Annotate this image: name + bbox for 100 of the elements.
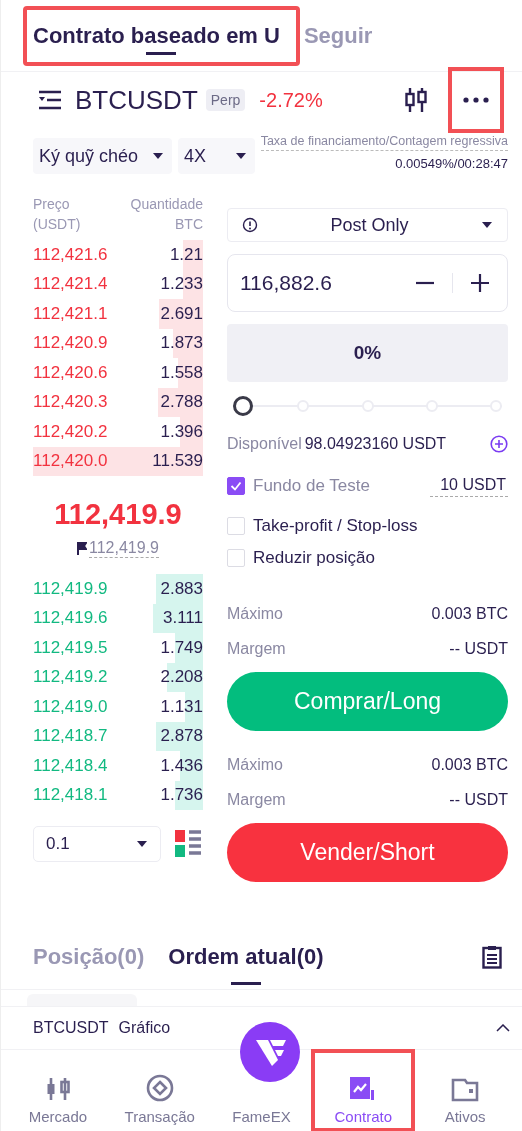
option-label: Take-profit / Stop-loss <box>253 516 418 536</box>
max-value: 0.003 BTC <box>431 755 508 774</box>
tab[interactable]: Ordem atual(0) <box>168 928 324 985</box>
order-quantity: 1.736 <box>160 785 203 806</box>
bid-row[interactable]: 112,419.0 1.131 <box>33 692 203 722</box>
nav-item[interactable]: Ativos <box>414 1050 516 1131</box>
perp-badge: Perp <box>205 89 246 111</box>
ask-row[interactable]: 112,420.0 11.539 <box>33 446 203 476</box>
bid-row[interactable]: 112,418.7 2.878 <box>33 721 203 751</box>
order-price[interactable]: 112,421.1 <box>33 303 108 324</box>
max-value: 0.003 BTC <box>431 604 508 623</box>
order-quantity: 1.131 <box>160 696 203 717</box>
check-icon <box>230 481 242 491</box>
slider-track[interactable] <box>233 395 502 417</box>
order-quantity: 1.558 <box>160 362 203 383</box>
margin-label: Margem <box>227 790 286 809</box>
order-price[interactable]: 112,420.9 <box>33 333 108 354</box>
order-quantity: 1.21 <box>169 244 203 265</box>
bid-row[interactable]: 112,419.2 2.208 <box>33 662 203 692</box>
ask-row[interactable]: 112,421.4 1.233 <box>33 269 203 299</box>
amount-input[interactable]: 0% <box>227 324 508 382</box>
order-quantity: 1.436 <box>160 755 203 776</box>
order-quantity: 2.691 <box>160 303 203 324</box>
available-label: Disponível <box>227 435 302 453</box>
order-quantity: 2.883 <box>160 578 203 599</box>
caret-icon <box>234 152 247 160</box>
funding-label[interactable]: Taxa de financiamento/Contagem regressiva <box>260 134 508 151</box>
margin-label: Margem <box>227 639 286 658</box>
book-layout-icon[interactable] <box>175 830 203 858</box>
order-price[interactable]: 112,420.2 <box>33 421 108 442</box>
order-quantity: 2.208 <box>160 667 203 688</box>
order-quantity: 3.111 <box>162 608 203 629</box>
nav-item[interactable]: FameEX <box>210 1099 313 1131</box>
nav-item[interactable]: Mercado <box>7 1050 109 1131</box>
nav-item[interactable]: Transação <box>108 1050 211 1131</box>
test-fund-amount[interactable]: 10 USDT <box>430 475 508 497</box>
order-quantity: 11.539 <box>152 451 203 472</box>
margin-mode-dropdown[interactable]: Ký quỹ chéo <box>33 138 173 174</box>
slider-thumb[interactable] <box>233 396 253 416</box>
column-header: Quantidade <box>130 196 203 212</box>
chart-symbol: BTCUSDT <box>33 1019 109 1037</box>
bid-row[interactable]: 112,419.9 2.883 <box>33 574 203 604</box>
order-price[interactable]: 112,421.6 <box>33 244 108 265</box>
margin-value: -- USDT <box>449 790 508 809</box>
price-change: -2.72% <box>259 88 323 112</box>
available-balance: 98.04923160 USDT <box>304 435 448 453</box>
order-price[interactable]: 112,420.3 <box>33 392 108 413</box>
menu-icon[interactable] <box>37 89 63 111</box>
funding-value: 0.00549%/00:28:47 <box>395 156 508 171</box>
order-quantity: 1.749 <box>160 637 203 658</box>
ask-row[interactable]: 112,420.3 2.788 <box>33 387 203 417</box>
order-quantity: 1.233 <box>160 274 203 295</box>
clipboard-icon[interactable] <box>482 944 502 969</box>
ask-row[interactable]: 112,421.6 1.21 <box>33 240 203 270</box>
ask-row[interactable]: 112,421.1 2.691 <box>33 299 203 329</box>
order-price[interactable]: 112,421.4 <box>33 274 108 295</box>
column-unit: BTC <box>175 216 203 232</box>
leverage-dropdown[interactable]: 4X <box>178 138 255 174</box>
max-label: Máximo <box>227 604 283 623</box>
ask-row[interactable]: 112,420.6 1.558 <box>33 358 203 388</box>
column-unit: (USDT) <box>33 216 81 232</box>
logo-icon[interactable] <box>240 1022 300 1082</box>
wallet-icon <box>451 1076 480 1102</box>
ask-row[interactable]: 112,420.9 1.873 <box>33 328 203 358</box>
order-price[interactable]: 112,420.6 <box>33 362 108 383</box>
tab[interactable]: Contrato baseado em U <box>25 7 298 64</box>
more-icon <box>463 97 489 103</box>
chevron-up-icon[interactable] <box>496 1024 510 1032</box>
mark-price: 112,419.9 <box>89 539 159 558</box>
flag-icon <box>77 542 87 555</box>
max-label: Máximo <box>227 755 283 774</box>
bid-row[interactable]: 112,418.4 1.436 <box>33 751 203 781</box>
order-quantity: 2.878 <box>160 726 203 747</box>
option-label: Fundo de Teste <box>253 476 370 496</box>
caret-icon <box>136 840 148 848</box>
checkbox[interactable] <box>227 477 245 495</box>
bid-row[interactable]: 112,418.1 1.736 <box>33 780 203 810</box>
info-icon <box>242 217 258 233</box>
bid-row[interactable]: 112,419.6 3.111 <box>33 603 203 633</box>
order-type-dropdown[interactable]: Post Only <box>227 208 508 242</box>
sell-button[interactable]: Vender/Short <box>227 823 508 882</box>
nav-item[interactable]: Contrato <box>312 1050 415 1131</box>
caret-icon <box>152 152 165 160</box>
precision-dropdown[interactable]: 0.1 <box>33 826 161 862</box>
price-input[interactable]: 116,882.6 <box>227 254 508 312</box>
add-circle-icon[interactable] <box>490 435 508 453</box>
symbol-name: BTCUSDT <box>75 84 198 116</box>
order-quantity: 2.788 <box>160 392 203 413</box>
chart-label[interactable]: Gráfico <box>118 1019 171 1037</box>
caret-icon <box>481 221 493 229</box>
column-header: Preço <box>33 196 71 212</box>
option-label: Reduzir posição <box>253 548 375 568</box>
last-price: 112,419.9 <box>54 498 182 531</box>
margin-value: -- USDT <box>449 639 508 658</box>
order-quantity: 1.873 <box>160 333 203 354</box>
candlestick-icon[interactable] <box>404 86 428 114</box>
more-button[interactable] <box>450 69 502 131</box>
ask-row[interactable]: 112,420.2 1.396 <box>33 417 203 447</box>
bid-row[interactable]: 112,419.5 1.749 <box>33 633 203 663</box>
plus-icon[interactable] <box>469 272 491 294</box>
